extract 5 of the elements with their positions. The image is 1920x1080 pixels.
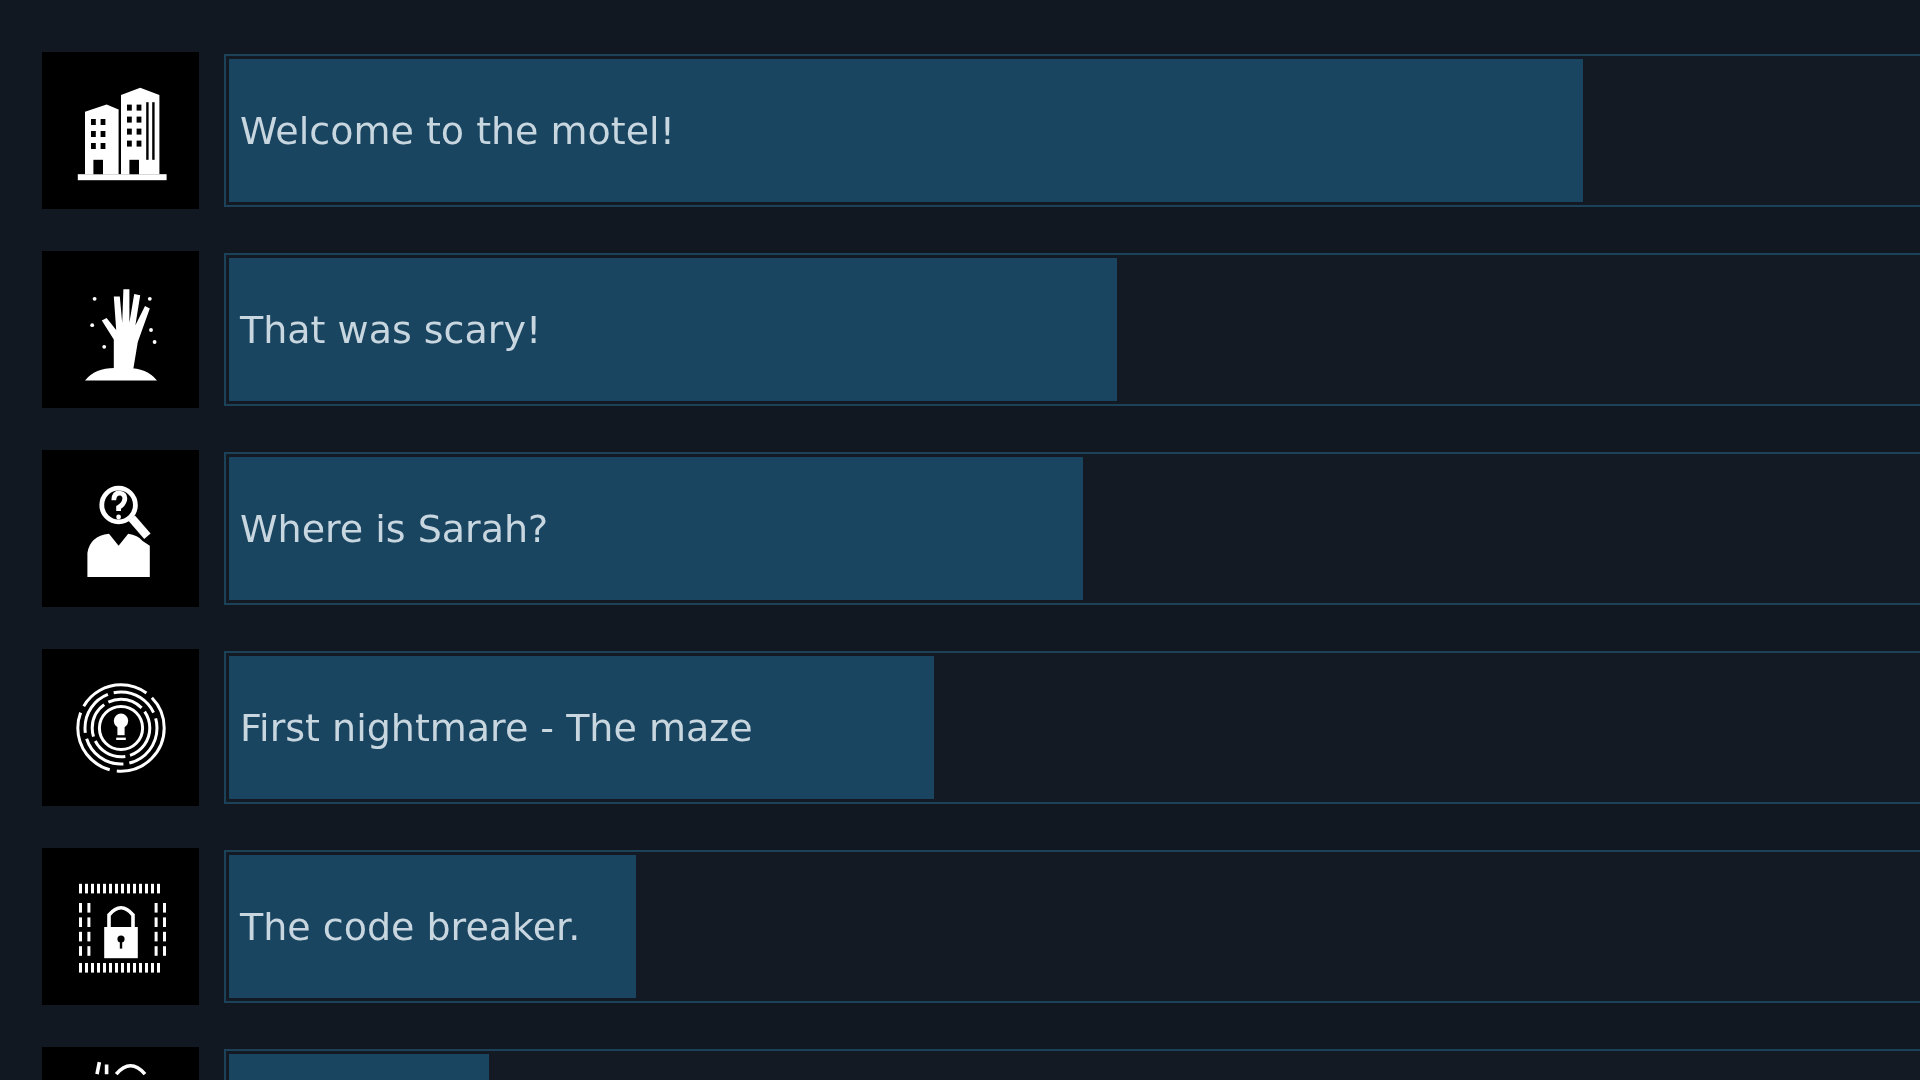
achievement-title: That was scary! xyxy=(240,307,542,352)
achievement-title: Welcome to the motel! xyxy=(240,108,675,153)
achievement-title: First nightmare - The maze xyxy=(240,705,753,750)
achievement-title: The code breaker. xyxy=(240,904,581,949)
achievement-title: Where is Sarah? xyxy=(240,506,549,551)
